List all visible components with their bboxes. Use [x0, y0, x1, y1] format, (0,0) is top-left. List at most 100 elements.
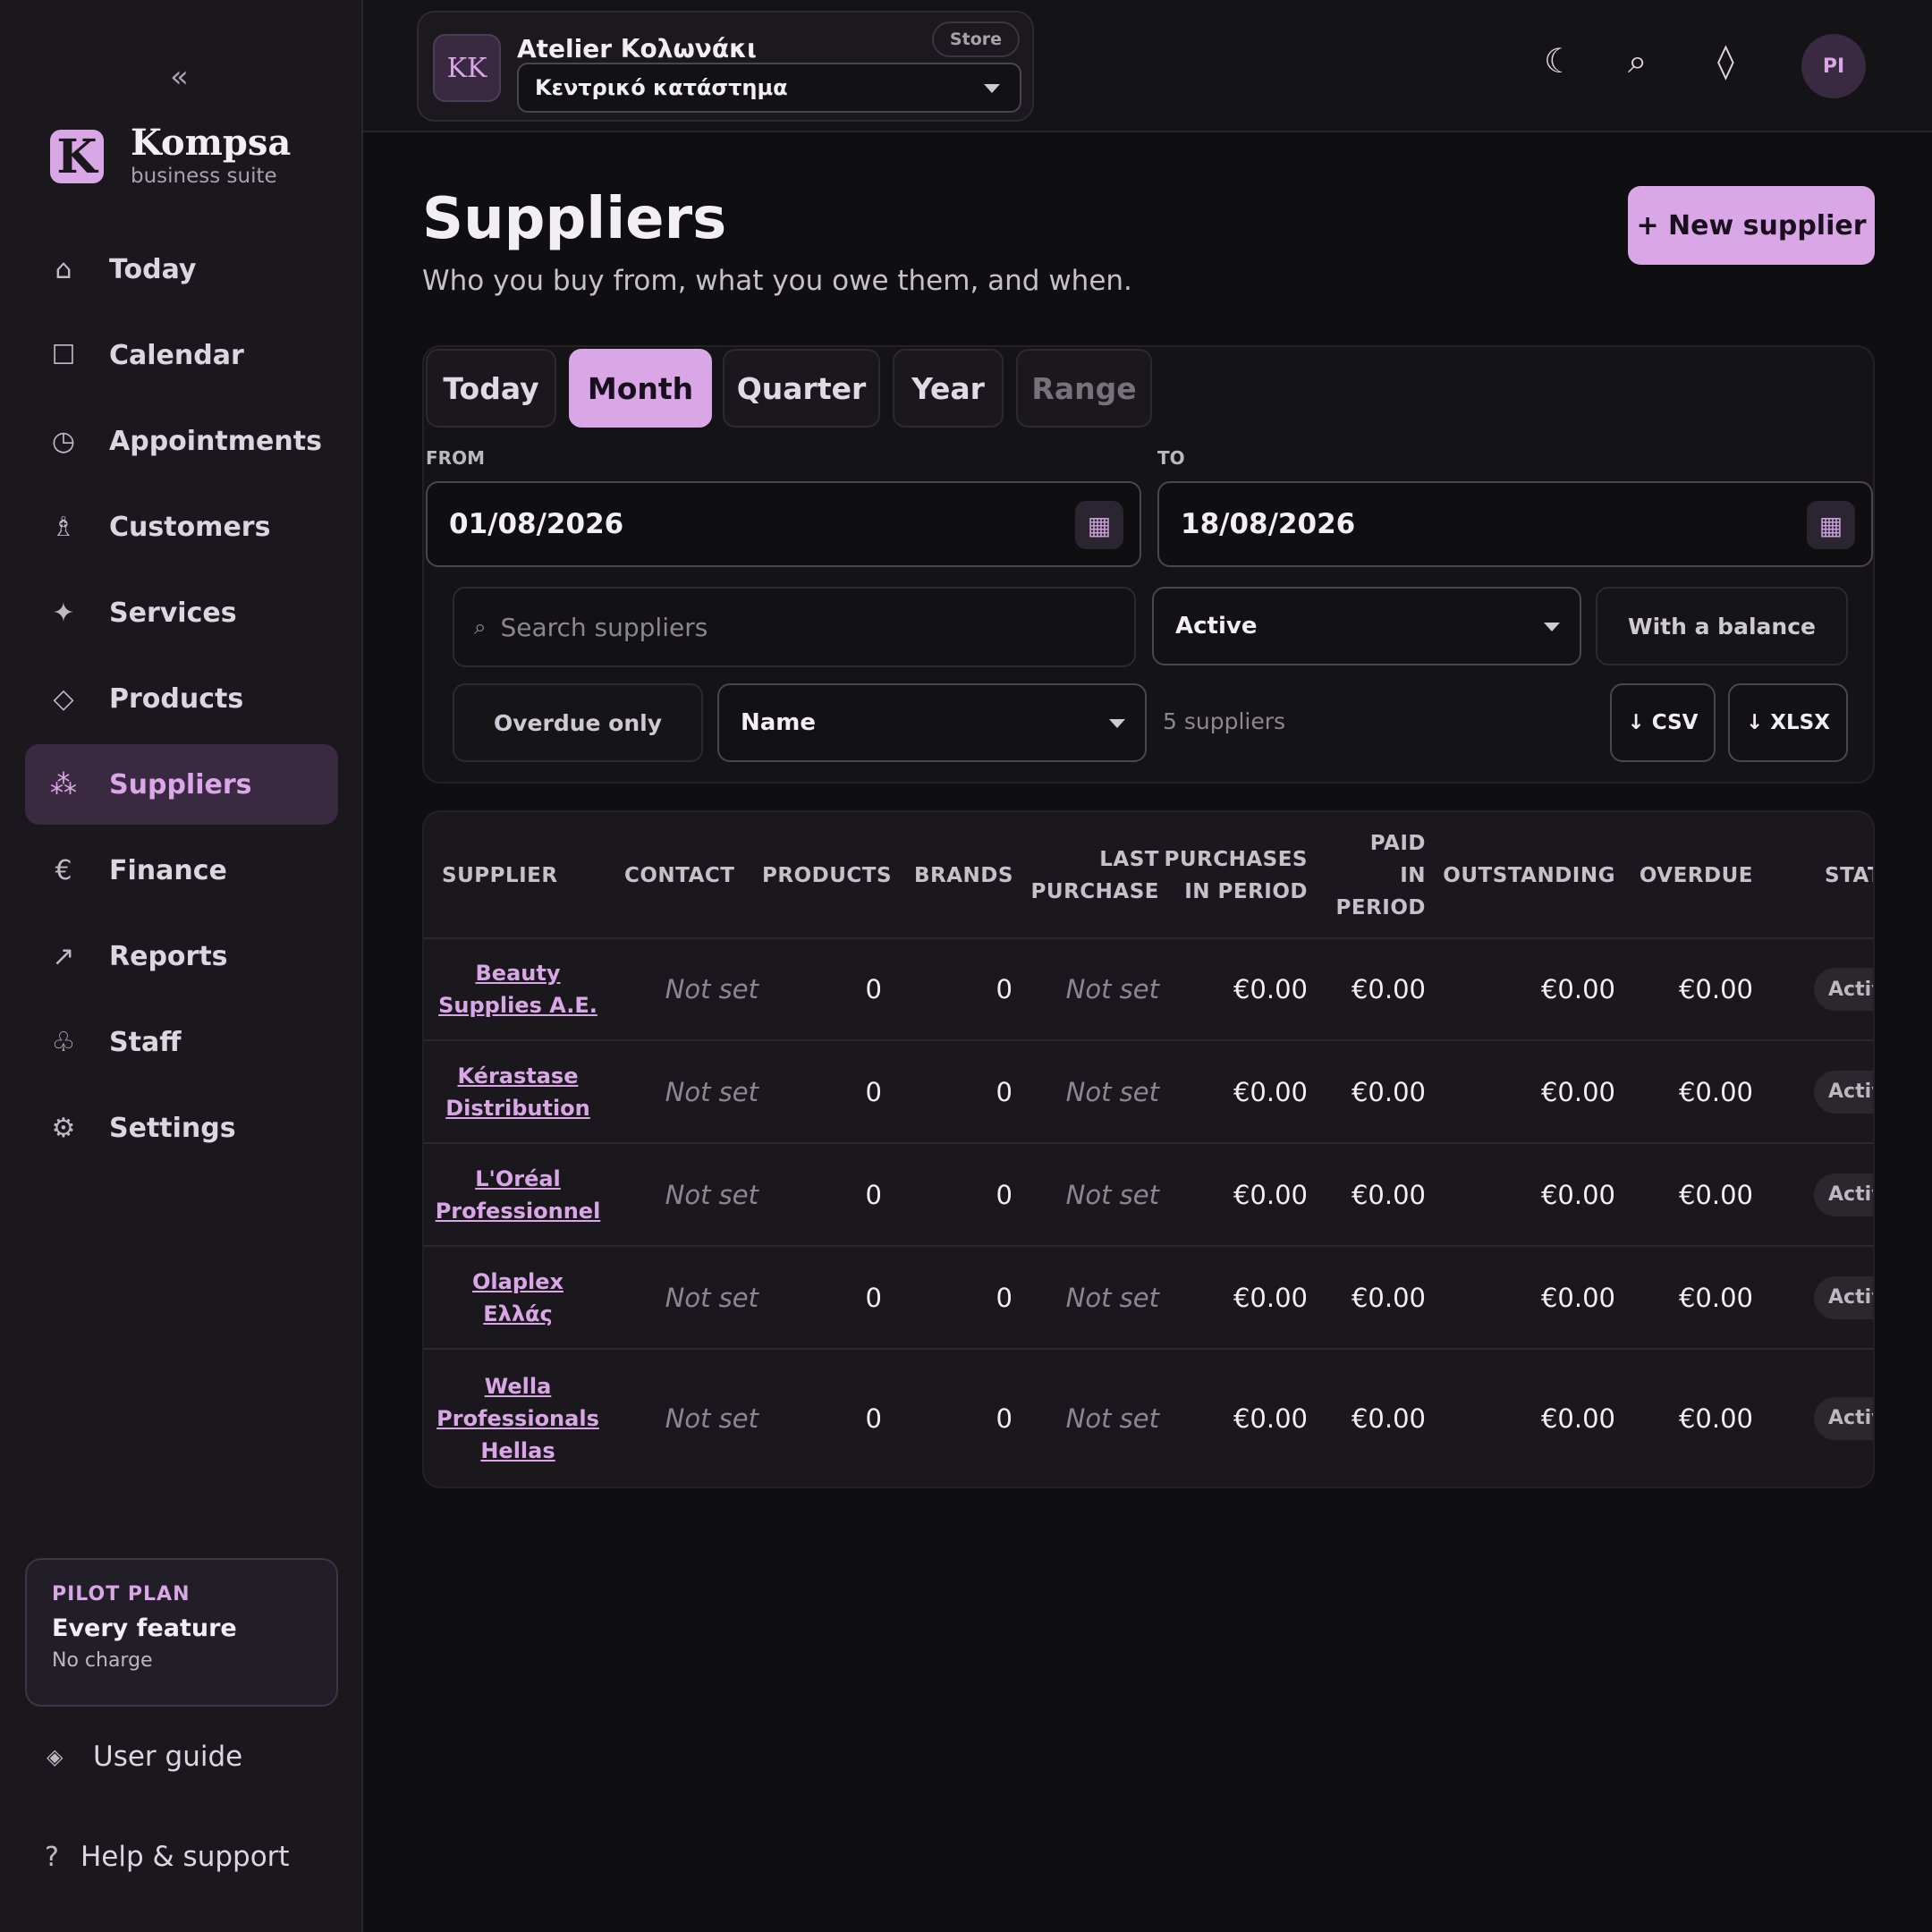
table-row[interactable]: Beauty Supplies A.E. Not set 0 0 Not set €0.0…: [424, 939, 1873, 1041]
outstanding-cell: €0.00: [1431, 1247, 1615, 1348]
help-support-link[interactable]: ? Help & support: [45, 1841, 290, 1873]
gem-icon[interactable]: ◊: [1717, 41, 1734, 80]
brands-cell: 0: [914, 1144, 1013, 1245]
col-supplier[interactable]: SUPPLIER: [442, 812, 594, 939]
with-balance-button[interactable]: With a balance: [1596, 587, 1848, 665]
from-label: FROM: [426, 447, 485, 469]
theme-toggle-icon[interactable]: ☾: [1544, 41, 1574, 80]
table-row[interactable]: Kérastase Distribution Not set 0 0 Not set €0…: [424, 1041, 1873, 1144]
export-xlsx-button[interactable]: ↓ XLSX: [1728, 683, 1848, 762]
col-last-purchase[interactable]: LAST PURCHASE: [1031, 812, 1159, 939]
plan-kicker: PILOT PLAN: [52, 1583, 191, 1606]
purchases-cell: €0.00: [1174, 939, 1308, 1039]
outstanding-cell-value: €0.00: [1540, 974, 1615, 1004]
store-location-select[interactable]: Κεντρικό κατάστημα: [517, 63, 1021, 113]
col-overdue[interactable]: OVERDUE: [1628, 812, 1753, 939]
sort-select-value: Name: [741, 709, 817, 736]
products-cell-value: 0: [865, 1282, 882, 1313]
sidebar-item-staff[interactable]: ♧ Staff: [25, 1002, 338, 1082]
sidebar-item-label: Products: [109, 682, 244, 715]
new-supplier-button[interactable]: + New supplier: [1628, 186, 1875, 265]
last-purchase-cell: Not set: [1038, 1350, 1159, 1487]
search-input[interactable]: ⌕ Search suppliers: [453, 587, 1136, 667]
overdue-cell: €0.00: [1628, 1144, 1753, 1245]
person-icon: ♗: [51, 511, 76, 543]
tab-quarter[interactable]: Quarter: [723, 349, 880, 428]
sidebar-item-customers[interactable]: ♗ Customers: [25, 487, 338, 567]
sort-select[interactable]: Name: [717, 683, 1147, 762]
overdue-only-button[interactable]: Overdue only: [453, 683, 703, 762]
to-date-input[interactable]: 18/08/2026 ▦: [1157, 481, 1873, 567]
tab-month[interactable]: Month: [569, 349, 712, 428]
col-contact[interactable]: CONTACT: [624, 812, 758, 939]
sidebar-item-label: Services: [109, 597, 237, 629]
plan-subtitle: No charge: [52, 1649, 153, 1672]
brand[interactable]: K Kompsa business suite: [50, 123, 291, 190]
page-subtitle: Who you buy from, what you owe them, and…: [422, 265, 1132, 297]
supplier-name-link[interactable]: Wella Professionals Hellas: [436, 1370, 599, 1467]
sidebar-item-products[interactable]: ◇ Products: [25, 658, 338, 739]
col-brands[interactable]: BRANDS: [914, 812, 1013, 939]
brands-cell: 0: [914, 1350, 1013, 1487]
table-row[interactable]: Wella Professionals Hellas Not set 0 0 Not s…: [424, 1350, 1873, 1487]
search-icon: ⌕: [474, 614, 487, 640]
status-badge: Activ: [1814, 968, 1873, 1011]
products-cell: 0: [762, 1041, 882, 1142]
sidebar-item-today[interactable]: ⌂ Today: [25, 229, 338, 309]
supplier-name-link[interactable]: L'Oréal Professionnel: [436, 1163, 601, 1227]
supplier-name-link[interactable]: Beauty Supplies A.E.: [438, 957, 597, 1021]
status-badge: Activ: [1814, 1350, 1873, 1487]
sidebar-item-finance[interactable]: € Finance: [25, 830, 338, 911]
sidebar-item-calendar[interactable]: ☐ Calendar: [25, 315, 338, 395]
last-purchase-cell: Not set: [1038, 1041, 1159, 1142]
search-placeholder: Search suppliers: [500, 612, 708, 642]
from-date-value: 01/08/2026: [449, 508, 624, 540]
to-label: TO: [1157, 447, 1185, 469]
people-icon: ⁂: [50, 768, 77, 801]
store-switcher[interactable]: KK Atelier Κολωνάκι Store Κεντρικό κατάσ…: [417, 11, 1034, 122]
status-select[interactable]: Active: [1152, 587, 1581, 665]
sidebar-item-settings[interactable]: ⚙ Settings: [25, 1088, 338, 1168]
calendar-icon[interactable]: ▦: [1807, 501, 1855, 549]
calendar-icon[interactable]: ▦: [1075, 501, 1123, 549]
from-date-input[interactable]: 01/08/2026 ▦: [426, 481, 1141, 567]
col-purchases-in-period[interactable]: PURCHASES IN PERIOD: [1164, 812, 1308, 939]
col-status[interactable]: STAT: [1825, 812, 1873, 939]
purchases-cell: €0.00: [1174, 1350, 1308, 1487]
supplier-name-link[interactable]: Kérastase Distribution: [445, 1060, 590, 1124]
clock-icon: ◷: [51, 425, 76, 457]
col-outstanding[interactable]: OUTSTANDING: [1431, 812, 1615, 939]
last-purchase-cell-value: Not set: [1065, 1282, 1159, 1313]
sidebar: « K Kompsa business suite ⌂ Today ☐ Calenda…: [0, 0, 363, 1932]
overdue-cell-value: €0.00: [1678, 1076, 1753, 1107]
diamond-icon: ◇: [53, 682, 74, 715]
suppliers-table: SUPPLIER CONTACT PRODUCTS BRANDS LAST PU…: [422, 810, 1875, 1488]
sidebar-item-reports[interactable]: ↗ Reports: [25, 916, 338, 996]
sidebar-item-appointments[interactable]: ◷ Appointments: [25, 401, 338, 481]
purchases-cell: €0.00: [1174, 1247, 1308, 1348]
sidebar-item-services[interactable]: ✦ Services: [25, 572, 338, 653]
outstanding-cell-value: €0.00: [1540, 1402, 1615, 1434]
table-row[interactable]: Olaplex Ελλάς Not set 0 0 Not set €0.00 €0.00 €…: [424, 1247, 1873, 1350]
table-row[interactable]: L'Oréal Professionnel Not set 0 0 Not set €0.…: [424, 1144, 1873, 1247]
search-icon[interactable]: ⌕: [1628, 41, 1647, 81]
user-guide-link[interactable]: ◈ User guide: [47, 1741, 242, 1773]
user-avatar[interactable]: PI: [1801, 34, 1866, 98]
col-paid-in-period[interactable]: PAID IN PERIOD: [1327, 812, 1426, 939]
tab-today[interactable]: Today: [426, 349, 556, 428]
export-csv-button[interactable]: ↓ CSV: [1610, 683, 1716, 762]
outstanding-cell-value: €0.00: [1540, 1282, 1615, 1313]
tab-year[interactable]: Year: [893, 349, 1004, 428]
brand-logo-icon: K: [50, 130, 104, 184]
products-cell-value: 0: [865, 1076, 882, 1107]
sidebar-item-label: Reports: [109, 940, 228, 972]
paid-cell: €0.00: [1318, 1247, 1426, 1348]
filter-panel: Today Month Quarter Year Range FROM 01/08/20…: [422, 345, 1875, 784]
purchases-cell-value: €0.00: [1233, 1402, 1308, 1434]
sidebar-item-suppliers[interactable]: ⁂ Suppliers: [25, 744, 338, 825]
plan-card[interactable]: PILOT PLAN Every feature No charge: [25, 1558, 338, 1707]
collapse-sidebar-icon[interactable]: «: [170, 59, 189, 95]
status-badge: Activ: [1814, 1247, 1873, 1348]
supplier-name-link[interactable]: Olaplex Ελλάς: [472, 1266, 564, 1330]
col-products[interactable]: PRODUCTS: [762, 812, 892, 939]
